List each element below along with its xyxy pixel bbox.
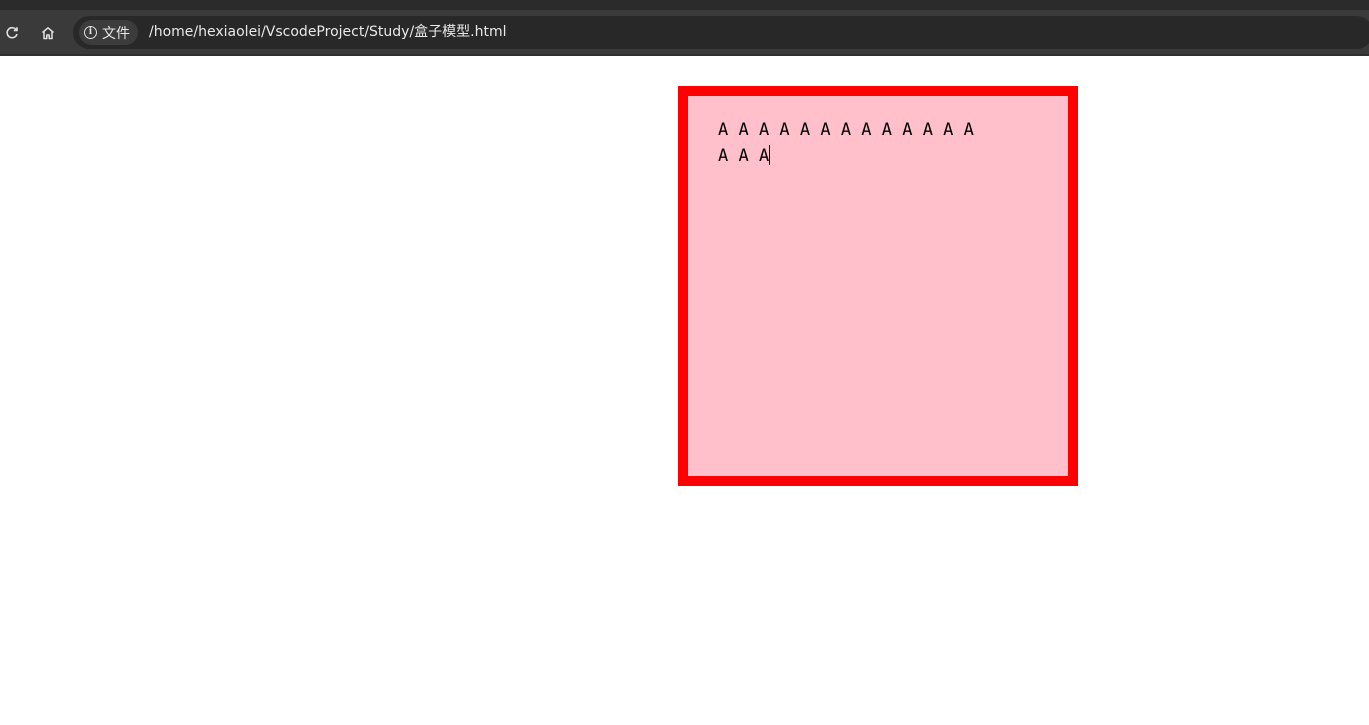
site-info-chip[interactable]: i 文件: [79, 20, 138, 45]
info-icon: i: [84, 26, 97, 39]
home-icon: [40, 25, 56, 41]
site-chip-label: 文件: [102, 25, 130, 42]
reload-icon: [4, 25, 20, 41]
content-box[interactable]: A A A A A A A A A A A A A A A A: [678, 86, 1078, 486]
address-bar[interactable]: i 文件 /home/hexiaolei/VscodeProject/Study…: [73, 16, 1369, 49]
box-text[interactable]: A A A A A A A A A A A A A A A A: [718, 117, 1038, 169]
reload-button[interactable]: [0, 20, 25, 46]
home-button[interactable]: [35, 20, 61, 46]
box-text-line-1: A A A A A A A A A A A A A: [718, 120, 974, 140]
window-top-strip: [0, 0, 1369, 10]
url-text[interactable]: /home/hexiaolei/VscodeProject/Study/盒子模型…: [149, 16, 507, 49]
toolbar-divider: [0, 54, 1369, 56]
box-text-line-2: A A A: [718, 146, 770, 166]
text-caret: [769, 145, 771, 165]
browser-toolbar: i 文件 /home/hexiaolei/VscodeProject/Study…: [0, 10, 1369, 56]
